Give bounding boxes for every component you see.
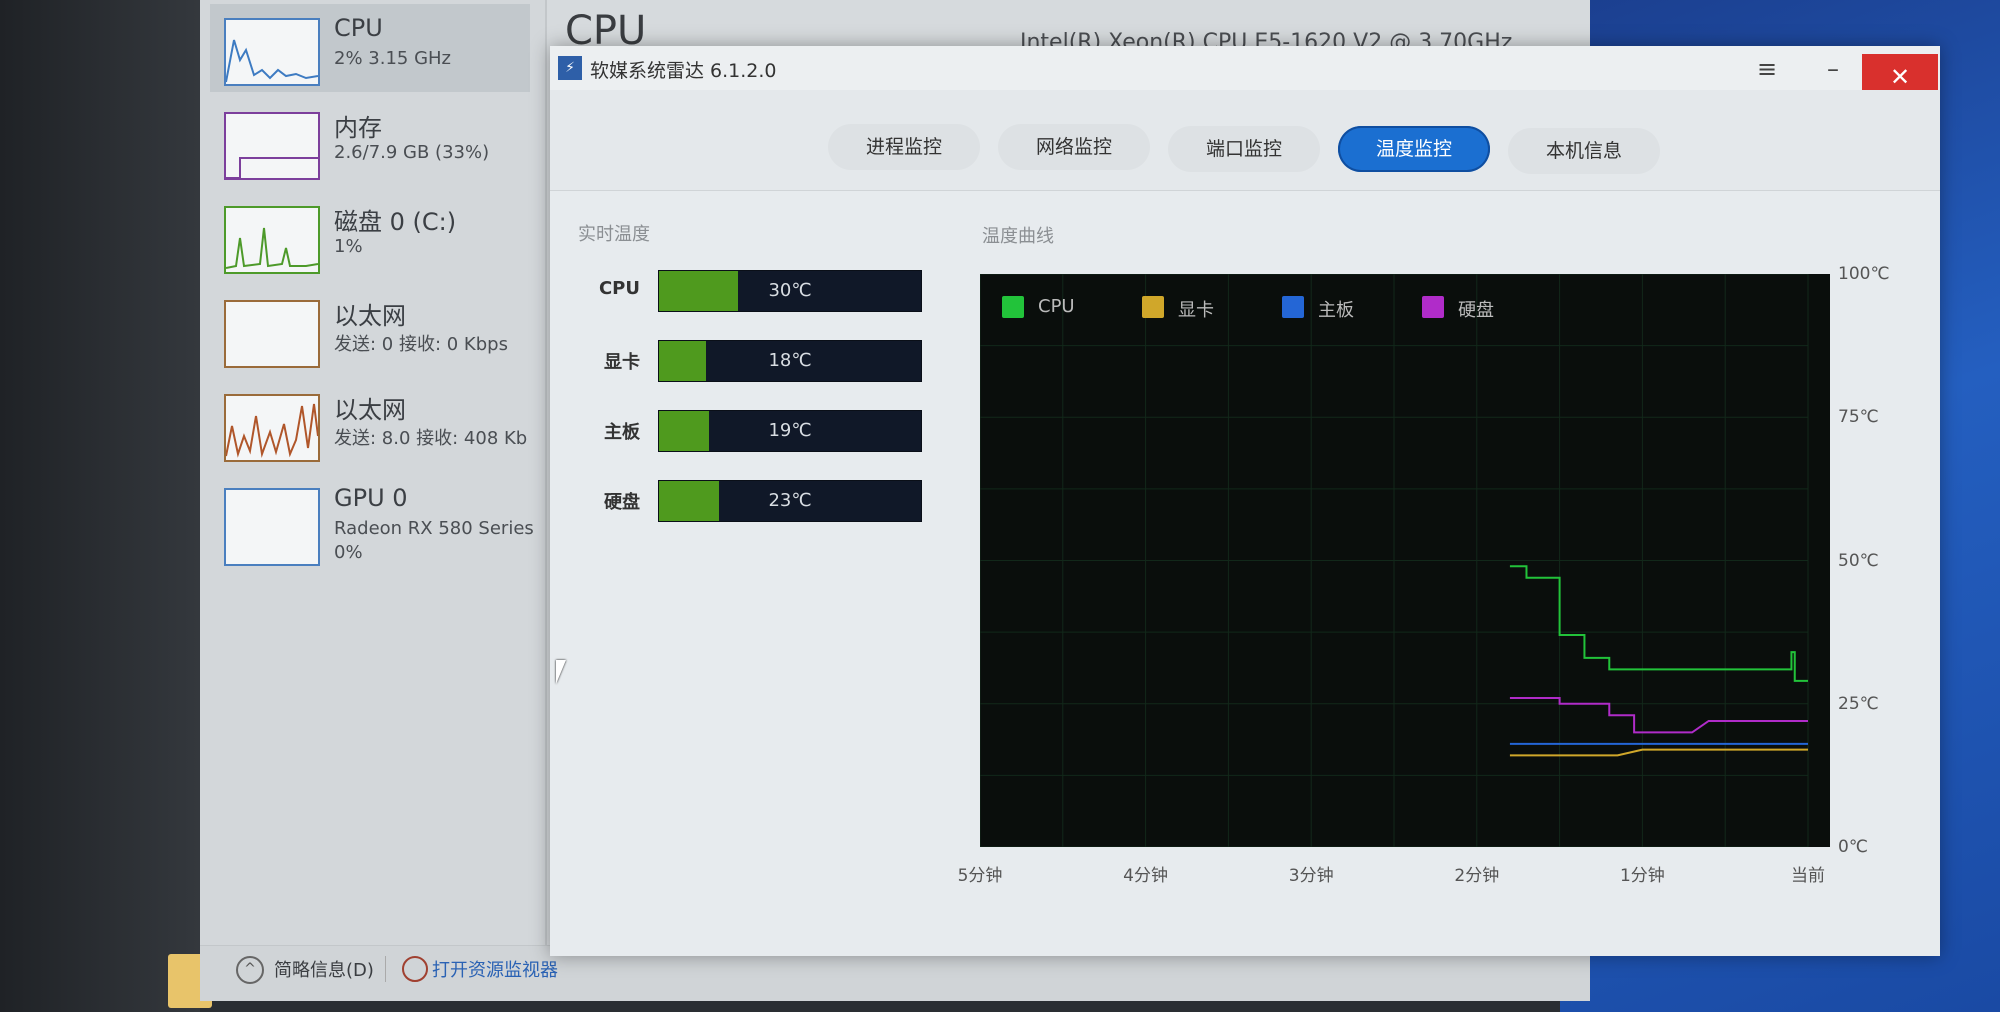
- legend-swatch: [1142, 296, 1164, 318]
- sidebar-divider: [545, 0, 547, 945]
- sidebar-subtitle: 2.6/7.9 GB (33%): [334, 142, 490, 163]
- sidebar-item-memory[interactable]: 内存 2.6/7.9 GB (33%): [210, 98, 530, 186]
- y-tick-label: 25℃: [1838, 693, 1879, 714]
- sidebar-title: 磁盘 0 (C:): [334, 208, 457, 236]
- desktop-background: [0, 0, 200, 1012]
- y-tick-label: 0℃: [1838, 837, 1868, 857]
- tab-system-info[interactable]: 本机信息: [1508, 128, 1660, 174]
- system-radar-window: ⚡ 软媒系统雷达 6.1.2.0 ≡ – ✕ 进程监控 网络监控 端口监控 温度…: [550, 46, 1940, 956]
- temp-value: 30℃: [768, 280, 812, 301]
- y-tick-label: 100℃: [1838, 264, 1890, 284]
- realtime-temp-label: 实时温度: [578, 224, 650, 245]
- gpu-graph-thumbnail: [224, 488, 320, 566]
- series-line-0: [1509, 565, 1808, 682]
- sidebar-title: GPU 0: [334, 484, 408, 512]
- tab-temperature-monitor[interactable]: 温度监控: [1338, 126, 1490, 172]
- performance-sidebar: CPU 2% 3.15 GHz 内存 2.6/7.9 GB (33%) 磁盘 0…: [200, 0, 545, 945]
- sidebar-subtitle: Radeon RX 580 Series: [334, 518, 534, 539]
- temp-name: 显卡: [604, 352, 640, 373]
- sidebar-item-ethernet-2[interactable]: 以太网 发送: 8.0 接收: 408 Kb: [210, 380, 530, 468]
- sidebar-subtitle: 1%: [334, 236, 363, 257]
- sidebar-title: CPU: [334, 14, 383, 42]
- temp-name: 硬盘: [604, 492, 640, 513]
- temp-bar: 23℃: [658, 480, 922, 522]
- minimize-icon[interactable]: –: [1818, 54, 1848, 84]
- tab-process-monitor[interactable]: 进程监控: [828, 124, 980, 170]
- tab-port-monitor[interactable]: 端口监控: [1168, 126, 1320, 172]
- sidebar-item-cpu[interactable]: CPU 2% 3.15 GHz: [210, 4, 530, 92]
- fewer-details-link[interactable]: 简略信息(D): [274, 956, 374, 982]
- legend-label: CPU: [1038, 296, 1075, 317]
- x-tick-label: 2分钟: [1454, 866, 1500, 886]
- sidebar-title: 以太网: [334, 396, 406, 424]
- ethernet-graph-thumbnail: [224, 394, 320, 462]
- sidebar-subtitle: 2% 3.15 GHz: [334, 48, 452, 69]
- resource-monitor-icon: [402, 956, 428, 982]
- sidebar-item-gpu[interactable]: GPU 0 Radeon RX 580 Series 0%: [210, 474, 534, 584]
- sidebar-title: 以太网: [334, 302, 406, 330]
- temp-bar: 19℃: [658, 410, 922, 452]
- temp-value: 23℃: [768, 490, 812, 511]
- legend-label: 硬盘: [1458, 300, 1494, 321]
- x-tick-label: 4分钟: [1123, 866, 1169, 886]
- sidebar-title: 内存: [334, 114, 382, 142]
- x-tick-label: 5分钟: [957, 866, 1003, 886]
- temp-name: 主板: [604, 422, 640, 443]
- window-title: 软媒系统雷达 6.1.2.0: [590, 60, 777, 82]
- temp-name: CPU: [598, 278, 640, 299]
- x-tick-label: 3分钟: [1288, 866, 1334, 886]
- sidebar-subtitle-2: 0%: [334, 542, 363, 563]
- y-tick-label: 75℃: [1838, 407, 1879, 428]
- temperature-chart-svg: [980, 274, 1809, 847]
- legend-swatch: [1282, 296, 1304, 318]
- sidebar-item-disk[interactable]: 磁盘 0 (C:) 1%: [210, 192, 530, 280]
- app-logo-icon: ⚡: [558, 56, 582, 80]
- tab-network-monitor[interactable]: 网络监控: [998, 124, 1150, 170]
- temp-curve-label: 温度曲线: [982, 226, 1054, 247]
- temp-bar: 30℃: [658, 270, 922, 312]
- temp-value: 19℃: [768, 420, 812, 441]
- legend-label: 显卡: [1178, 300, 1214, 321]
- disk-graph-thumbnail: [224, 206, 320, 274]
- chevron-up-icon[interactable]: ^: [236, 956, 264, 984]
- y-tick-label: 50℃: [1838, 550, 1879, 571]
- title-bar: ⚡ 软媒系统雷达 6.1.2.0 ≡ – ✕: [550, 46, 1940, 100]
- temperature-chart: CPU 显卡 主板 硬盘: [980, 274, 1830, 847]
- temp-value: 18℃: [768, 350, 812, 371]
- footer-separator: [385, 956, 386, 982]
- legend-swatch: [1422, 296, 1444, 318]
- open-resource-monitor-link[interactable]: 打开资源监视器: [432, 956, 558, 982]
- temp-bar: 18℃: [658, 340, 922, 382]
- legend-swatch: [1002, 296, 1024, 318]
- sidebar-subtitle: 发送: 0 接收: 0 Kbps: [334, 334, 508, 355]
- x-tick-label: 1分钟: [1619, 866, 1665, 886]
- x-tick-label: 当前: [1791, 866, 1825, 886]
- sidebar-subtitle: 发送: 8.0 接收: 408 Kb: [334, 428, 528, 449]
- cpu-graph-thumbnail: [224, 18, 320, 86]
- legend-label: 主板: [1318, 300, 1354, 321]
- menu-icon[interactable]: ≡: [1752, 54, 1782, 84]
- series-line-1: [1509, 748, 1808, 757]
- ethernet-graph-thumbnail: [224, 300, 320, 368]
- sidebar-item-ethernet-1[interactable]: 以太网 发送: 0 接收: 0 Kbps: [210, 286, 530, 374]
- mouse-cursor: [556, 660, 576, 684]
- series-line-3: [1509, 697, 1808, 734]
- memory-graph-thumbnail: [224, 112, 320, 180]
